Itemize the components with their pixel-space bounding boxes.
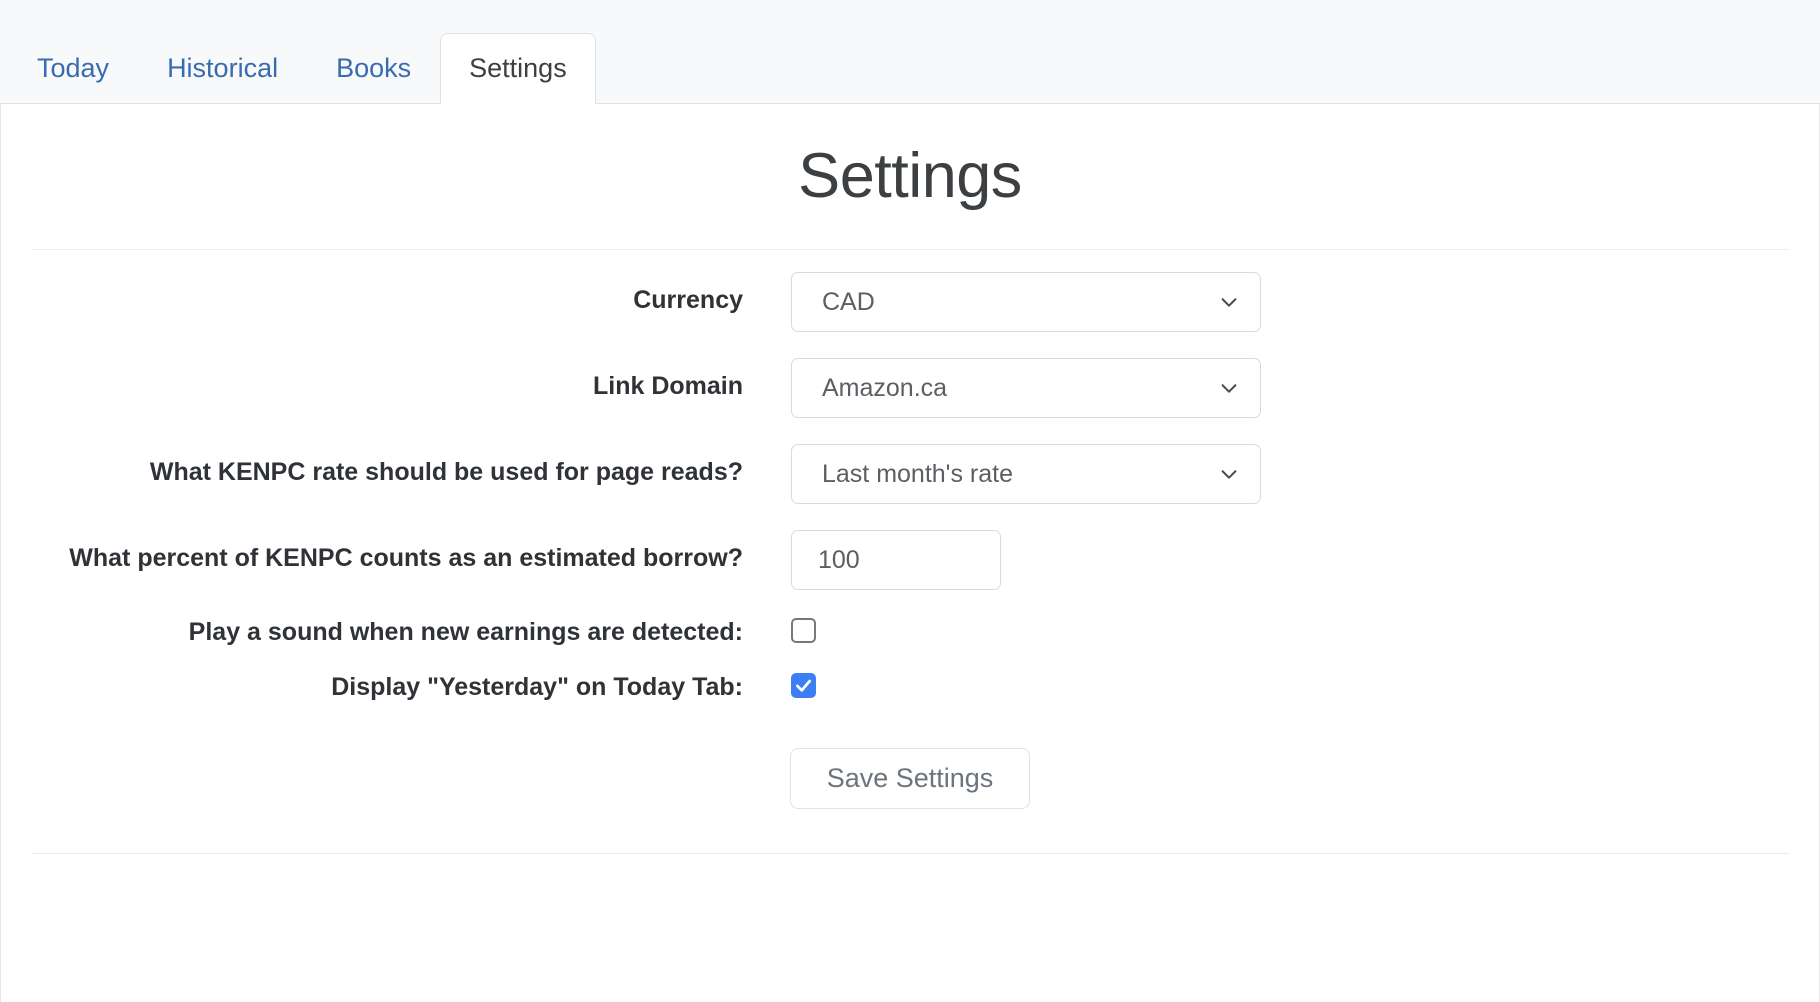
link-domain-select-value: Amazon.ca bbox=[822, 373, 948, 402]
field-link-domain: Amazon.ca bbox=[791, 358, 1261, 419]
label-display-yesterday: Display "Yesterday" on Today Tab: bbox=[331, 673, 743, 702]
bottom-divider bbox=[31, 853, 1789, 855]
tab-books[interactable]: Books bbox=[307, 33, 440, 104]
tab-settings[interactable]: Settings bbox=[440, 33, 596, 104]
label-link-domain: Link Domain bbox=[592, 372, 743, 401]
field-play-sound bbox=[791, 616, 816, 644]
tab-today[interactable]: Today bbox=[8, 33, 138, 104]
field-kenpc-rate: Last month's rate bbox=[791, 444, 1261, 505]
kenpc-rate-select[interactable]: Last month's rate bbox=[791, 444, 1261, 505]
tab-historical[interactable]: Historical bbox=[138, 33, 307, 104]
currency-select[interactable]: CAD bbox=[791, 272, 1261, 333]
label-play-sound: Play a sound when new earnings are detec… bbox=[188, 618, 743, 647]
play-sound-checkbox[interactable] bbox=[791, 618, 816, 644]
currency-select-value: CAD bbox=[822, 287, 875, 316]
form-row-kenpc-percent: What percent of KENPC counts as an estim… bbox=[31, 530, 1789, 591]
field-display-yesterday bbox=[791, 671, 816, 699]
chevron-down-icon bbox=[1218, 377, 1240, 399]
kenpc-percent-input[interactable] bbox=[791, 530, 1001, 591]
form-row-kenpc-rate: What KENPC rate should be used for page … bbox=[31, 444, 1789, 505]
link-domain-select[interactable]: Amazon.ca bbox=[791, 358, 1261, 419]
label-currency: Currency bbox=[633, 286, 743, 315]
field-currency: CAD bbox=[791, 272, 1261, 333]
page-title: Settings bbox=[798, 141, 1022, 211]
content-panel: Settings Currency CAD Link Domain Amazon… bbox=[0, 104, 1820, 1002]
settings-form: Currency CAD Link Domain Amazon.ca What … bbox=[31, 250, 1789, 810]
chevron-down-icon bbox=[1218, 463, 1240, 485]
save-button-row: Save Settings bbox=[31, 726, 1789, 810]
tab-bar: Today Historical Books Settings bbox=[0, 0, 1820, 104]
save-settings-button[interactable]: Save Settings bbox=[789, 748, 1031, 810]
label-kenpc-percent: What percent of KENPC counts as an estim… bbox=[69, 544, 743, 573]
form-row-play-sound: Play a sound when new earnings are detec… bbox=[31, 616, 1789, 645]
chevron-down-icon bbox=[1218, 291, 1240, 313]
kenpc-rate-select-value: Last month's rate bbox=[822, 459, 1013, 488]
check-icon bbox=[795, 680, 812, 693]
form-row-currency: Currency CAD bbox=[31, 272, 1789, 333]
form-row-display-yesterday: Display "Yesterday" on Today Tab: bbox=[31, 671, 1789, 700]
field-kenpc-percent bbox=[791, 530, 1001, 591]
form-row-link-domain: Link Domain Amazon.ca bbox=[31, 358, 1789, 419]
label-kenpc-rate: What KENPC rate should be used for page … bbox=[149, 458, 743, 487]
display-yesterday-checkbox[interactable] bbox=[791, 673, 816, 699]
